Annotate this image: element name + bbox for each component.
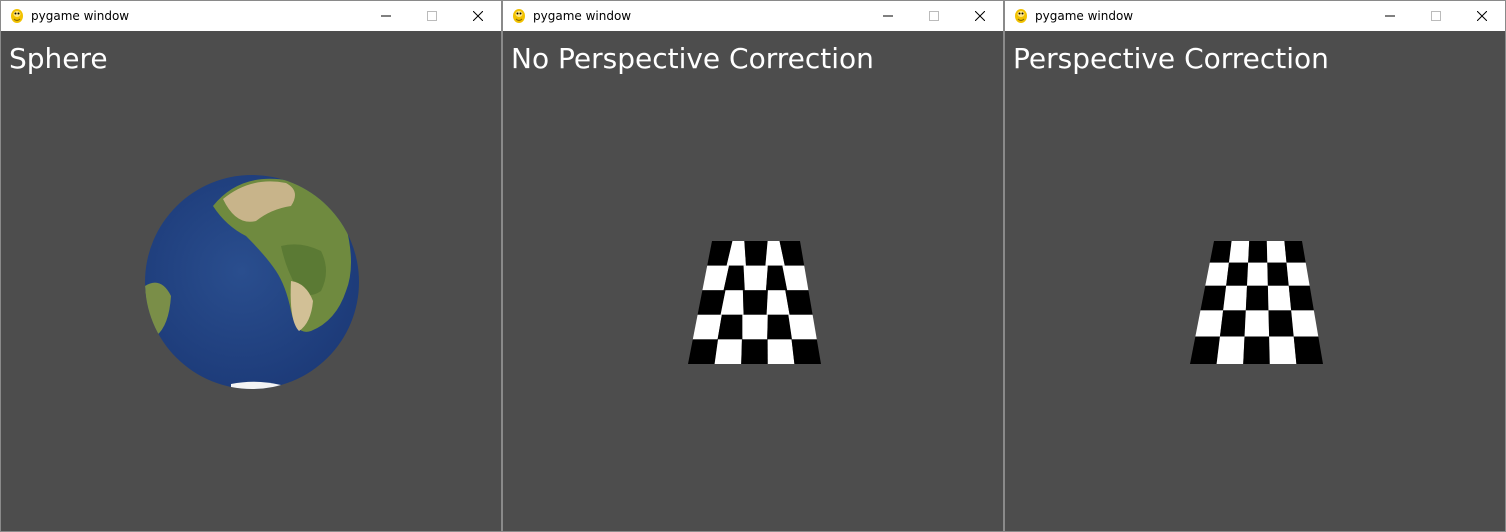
checkerboard-affine-render [688,241,821,364]
checker-tile [1226,262,1249,286]
close-button[interactable] [957,1,1003,31]
title-bar[interactable]: pygame window [503,1,1003,31]
checker-tile [1293,336,1323,364]
scene-caption: Sphere [9,42,108,75]
checker-tile [1269,336,1297,364]
checkerboard-perspective-render [1190,241,1323,364]
checker-tile [741,339,768,364]
window-title: pygame window [31,9,130,23]
maximize-button[interactable] [911,1,957,31]
checker-tile [1243,336,1270,364]
checker-tile [1291,310,1319,337]
checker-tile [742,290,768,315]
checker-tile [1267,262,1289,286]
close-icon [975,11,985,21]
pygame-snake-icon [513,9,525,23]
title-bar[interactable]: pygame window [1,1,501,31]
checker-tile [714,339,742,364]
checker-tile [744,241,768,266]
window-title: pygame window [533,9,632,23]
checkerboard [688,241,821,364]
close-button[interactable] [1459,1,1505,31]
checker-tile [1268,310,1294,337]
checker-tile [1219,310,1246,337]
checker-tile [1223,285,1248,311]
maximize-button[interactable] [1413,1,1459,31]
globe-render [145,175,359,389]
minimize-button[interactable] [363,1,409,31]
close-button[interactable] [455,1,501,31]
checker-tile [767,339,795,364]
checker-tile [1209,241,1232,263]
checker-tile [1190,336,1220,364]
minimize-icon [381,15,391,17]
checker-tile [1247,262,1268,286]
scene-caption: Perspective Correction [1013,42,1329,75]
checker-tile [742,314,768,340]
checker-tile [1284,241,1306,263]
checker-tile [1200,285,1227,311]
render-surface[interactable]: Perspective Correction [1005,31,1505,531]
maximize-icon [1431,11,1441,21]
checker-tile [1228,241,1250,263]
checker-tile [1267,285,1292,311]
checker-tile [1286,262,1310,286]
checker-tile [1244,310,1270,337]
checker-tile [692,314,722,340]
window-title: pygame window [1035,9,1134,23]
checkerboard [1190,241,1323,364]
checker-tile [791,339,821,364]
checker-tile [767,314,792,340]
checker-tile [743,265,768,291]
checker-tile [1216,336,1245,364]
checker-tile [688,339,719,364]
minimize-button[interactable] [1367,1,1413,31]
minimize-icon [883,15,893,17]
checker-tile [717,314,743,340]
render-surface[interactable]: No Perspective Correction [503,31,1003,531]
minimize-button[interactable] [865,1,911,31]
checker-tile [1266,241,1287,263]
pygame-window-perspective: pygame window Perspective Correction [1004,0,1506,532]
pygame-snake-icon [1015,9,1027,23]
globe [145,175,359,389]
pygame-window-sphere: pygame window Sphere [0,0,502,532]
checker-tile [697,290,726,315]
render-surface[interactable]: Sphere [1,31,501,531]
checker-tile [1205,262,1229,286]
checker-tile [788,314,817,340]
checker-tile [1195,310,1224,337]
checker-tile [1245,285,1269,311]
title-bar[interactable]: pygame window [1005,1,1505,31]
maximize-button[interactable] [409,1,455,31]
pygame-snake-icon [11,9,23,23]
pygame-window-no-perspective: pygame window No Perspective Correction [502,0,1004,532]
close-icon [1477,11,1487,21]
close-icon [473,11,483,21]
checker-tile [1288,285,1314,311]
maximize-icon [929,11,939,21]
minimize-icon [1385,15,1395,17]
maximize-icon [427,11,437,21]
checker-tile [1248,241,1268,263]
scene-caption: No Perspective Correction [511,42,874,75]
checker-tile [785,290,813,315]
